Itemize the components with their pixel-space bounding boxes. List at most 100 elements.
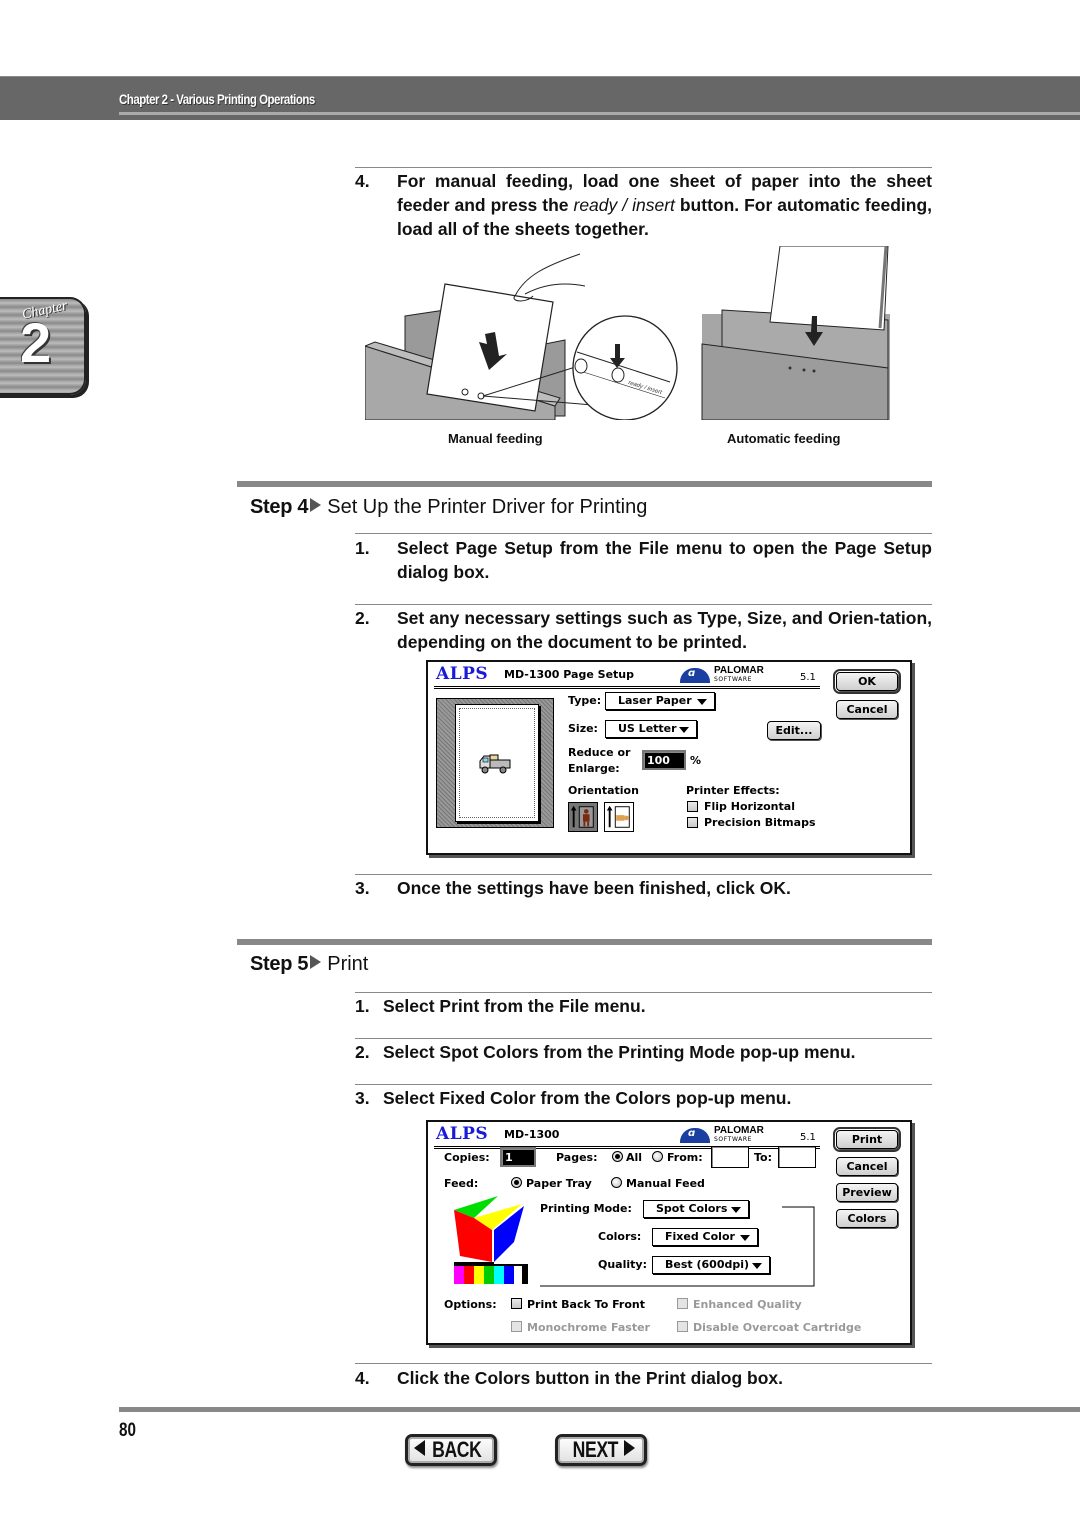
- feed-manual-label: Manual Feed: [626, 1177, 705, 1190]
- size-popup-value: US Letter: [618, 722, 677, 735]
- enhanced-quality-checkbox[interactable]: [677, 1298, 688, 1309]
- instruction-item: 1. Select Page Setup from the File menu …: [355, 536, 932, 584]
- item-text: Select Spot Colors from the Printing Mod…: [383, 1042, 856, 1062]
- item-text: Select Page Setup from the File menu to …: [397, 538, 932, 582]
- title-rule: [434, 686, 820, 689]
- item-number: 2.: [355, 1042, 370, 1062]
- orientation-label: Orientation: [568, 784, 639, 797]
- print-back-to-front-label: Print Back To Front: [527, 1298, 645, 1311]
- step-4-label: Step 4: [250, 496, 309, 518]
- item-text: Select Fixed Color from the Colors pop-u…: [383, 1088, 792, 1108]
- flip-horizontal-label: Flip Horizontal: [704, 800, 795, 813]
- chapter-header-title: Chapter 2 - Various Printing Operations: [119, 91, 315, 107]
- figure-caption-manual: Manual feeding: [448, 431, 543, 446]
- vendor-name: PALOMAR: [714, 665, 764, 676]
- palomar-icon: [680, 668, 710, 683]
- popup-arrow-icon: [740, 1235, 750, 1241]
- item-number: 4.: [355, 1368, 370, 1388]
- popup-arrow-icon: [679, 727, 689, 733]
- flip-horizontal-checkbox[interactable]: [687, 801, 698, 812]
- size-popup[interactable]: US Letter: [605, 720, 697, 738]
- color-swatch-strip: [454, 1262, 528, 1284]
- vendor-subname: SOFTWARE: [714, 676, 753, 683]
- ok-button[interactable]: OK: [833, 669, 901, 694]
- next-button[interactable]: NEXT: [555, 1434, 647, 1466]
- pages-label: Pages:: [556, 1151, 598, 1164]
- reduce-enlarge-input[interactable]: 100: [642, 750, 686, 770]
- print-back-to-front-checkbox[interactable]: [511, 1298, 522, 1309]
- chapter-tab[interactable]: Chapter 2: [0, 297, 86, 395]
- printing-mode-popup[interactable]: Spot Colors: [643, 1200, 749, 1218]
- version-label: 5.1: [800, 672, 816, 683]
- dogcow-truck-icon: [479, 754, 511, 774]
- feed-manual-radio[interactable]: [611, 1177, 622, 1188]
- printer-effects-label: Printer Effects:: [686, 784, 780, 797]
- disable-overcoat-label: Disable Overcoat Cartridge: [693, 1321, 862, 1334]
- title-rule: [434, 1146, 820, 1149]
- popup-arrow-icon: [697, 699, 707, 705]
- precision-bitmaps-label: Precision Bitmaps: [704, 816, 816, 829]
- cancel-button[interactable]: Cancel: [836, 1157, 898, 1176]
- pages-to-input[interactable]: [778, 1146, 816, 1168]
- left-triangle-icon: [414, 1440, 426, 1456]
- portrait-orientation-button[interactable]: [568, 802, 598, 832]
- type-popup[interactable]: Laser Paper: [605, 692, 715, 710]
- printing-mode-value: Spot Colors: [656, 1202, 728, 1215]
- feed-paper-tray-label: Paper Tray: [526, 1177, 592, 1190]
- type-label: Type:: [568, 694, 602, 707]
- preview-page: [455, 704, 539, 822]
- page-number: 80: [119, 1420, 136, 1441]
- type-popup-value: Laser Paper: [618, 694, 692, 707]
- popup-arrow-icon: [731, 1207, 741, 1213]
- item-text: Select Print from the File menu.: [383, 996, 646, 1016]
- preview-button[interactable]: Preview: [836, 1183, 898, 1202]
- settings-bracket: [540, 1206, 815, 1287]
- colors-popup-label: Colors:: [598, 1230, 642, 1243]
- colors-popup[interactable]: Fixed Color: [652, 1228, 758, 1246]
- step-5-label: Step 5: [250, 953, 309, 975]
- print-button[interactable]: Print: [833, 1127, 901, 1152]
- precision-bitmaps-checkbox[interactable]: [687, 817, 698, 828]
- step-divider-bar: [237, 939, 932, 945]
- alps-logo: ALPS: [436, 664, 489, 684]
- pages-from-radio[interactable]: [652, 1151, 663, 1162]
- pages-from-input[interactable]: [711, 1146, 749, 1168]
- feed-paper-tray-radio[interactable]: [511, 1177, 522, 1188]
- edit-button[interactable]: Edit...: [767, 721, 821, 740]
- pages-all-label: All: [626, 1151, 643, 1164]
- percent-sign: %: [690, 754, 702, 767]
- quality-popup-value: Best (600dpi): [665, 1258, 750, 1271]
- page-preview: [436, 698, 554, 828]
- page-setup-dialog: ALPS MD-1300 Page Setup PALOMAR SOFTWARE…: [426, 660, 912, 855]
- monochrome-faster-checkbox[interactable]: [511, 1321, 522, 1332]
- popup-arrow-icon: [752, 1263, 762, 1269]
- enhanced-quality-label: Enhanced Quality: [693, 1298, 802, 1311]
- disable-overcoat-checkbox[interactable]: [677, 1321, 688, 1332]
- back-button[interactable]: BACK: [405, 1434, 497, 1466]
- quality-label: Quality:: [598, 1258, 647, 1271]
- version-label: 5.1: [800, 1132, 816, 1143]
- item-number: 3.: [355, 1088, 370, 1108]
- step-4-title: Set Up the Printer Driver for Printing: [327, 496, 648, 518]
- item-number: 2.: [355, 608, 370, 628]
- cancel-button[interactable]: Cancel: [836, 700, 898, 719]
- right-triangle-icon: [624, 1440, 636, 1456]
- step-5-heading: Step 5 Print: [250, 951, 368, 977]
- item-text: Set any necessary settings such as Type,…: [397, 608, 932, 652]
- colors-button[interactable]: Colors: [836, 1209, 898, 1228]
- landscape-orientation-button[interactable]: [604, 802, 634, 832]
- color-cube-icon: [454, 1196, 528, 1284]
- colors-popup-value: Fixed Color: [665, 1230, 735, 1243]
- palomar-icon: [680, 1128, 710, 1143]
- landscape-person-icon: [606, 805, 630, 828]
- step-arrow-icon: [310, 498, 322, 512]
- item-text: Click the Colors button in the Print dia…: [397, 1368, 783, 1388]
- step-divider-bar: [237, 481, 932, 487]
- pages-all-radio[interactable]: [612, 1151, 623, 1162]
- copies-input[interactable]: 1: [500, 1147, 536, 1167]
- quality-popup[interactable]: Best (600dpi): [652, 1256, 770, 1274]
- vendor-subname: SOFTWARE: [714, 1136, 753, 1143]
- pages-to-label: To:: [754, 1151, 772, 1164]
- divider: [355, 604, 932, 605]
- back-button-label: BACK: [432, 1437, 482, 1462]
